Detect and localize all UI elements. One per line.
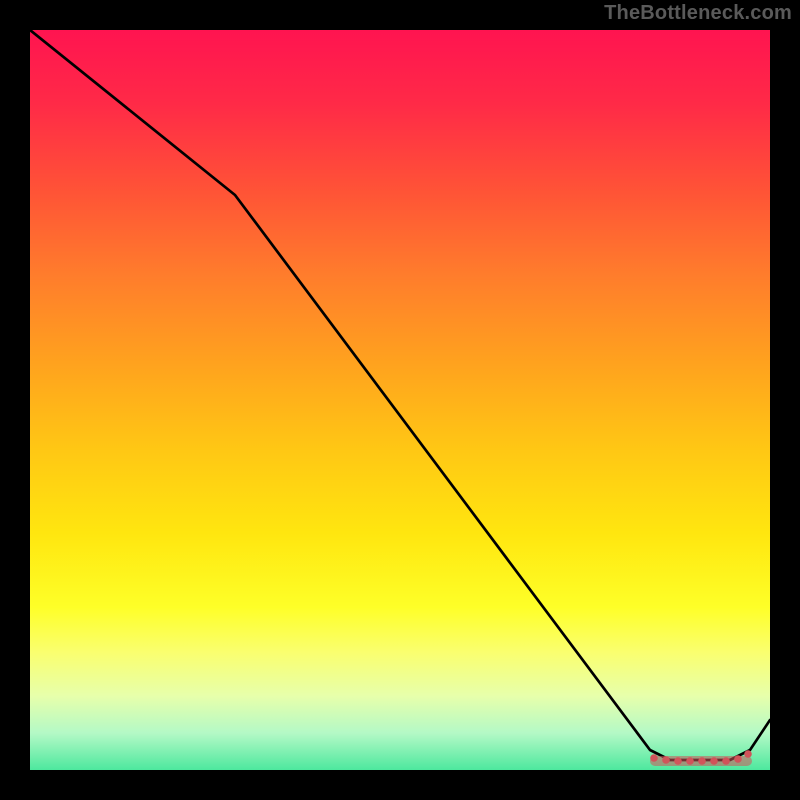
marker-dot <box>744 750 752 758</box>
marker-dot <box>698 757 706 765</box>
marker-dot <box>710 757 718 765</box>
plot-area <box>30 30 770 770</box>
marker-dot <box>674 757 682 765</box>
watermark-text: TheBottleneck.com <box>604 2 792 25</box>
marker-dot <box>662 756 670 764</box>
marker-dot <box>650 754 658 762</box>
chart-svg <box>30 30 770 770</box>
main-line <box>30 30 770 760</box>
marker-dot <box>686 757 694 765</box>
marker-dot <box>722 757 730 765</box>
chart-container: TheBottleneck.com <box>0 0 800 800</box>
marker-dot <box>734 755 742 763</box>
